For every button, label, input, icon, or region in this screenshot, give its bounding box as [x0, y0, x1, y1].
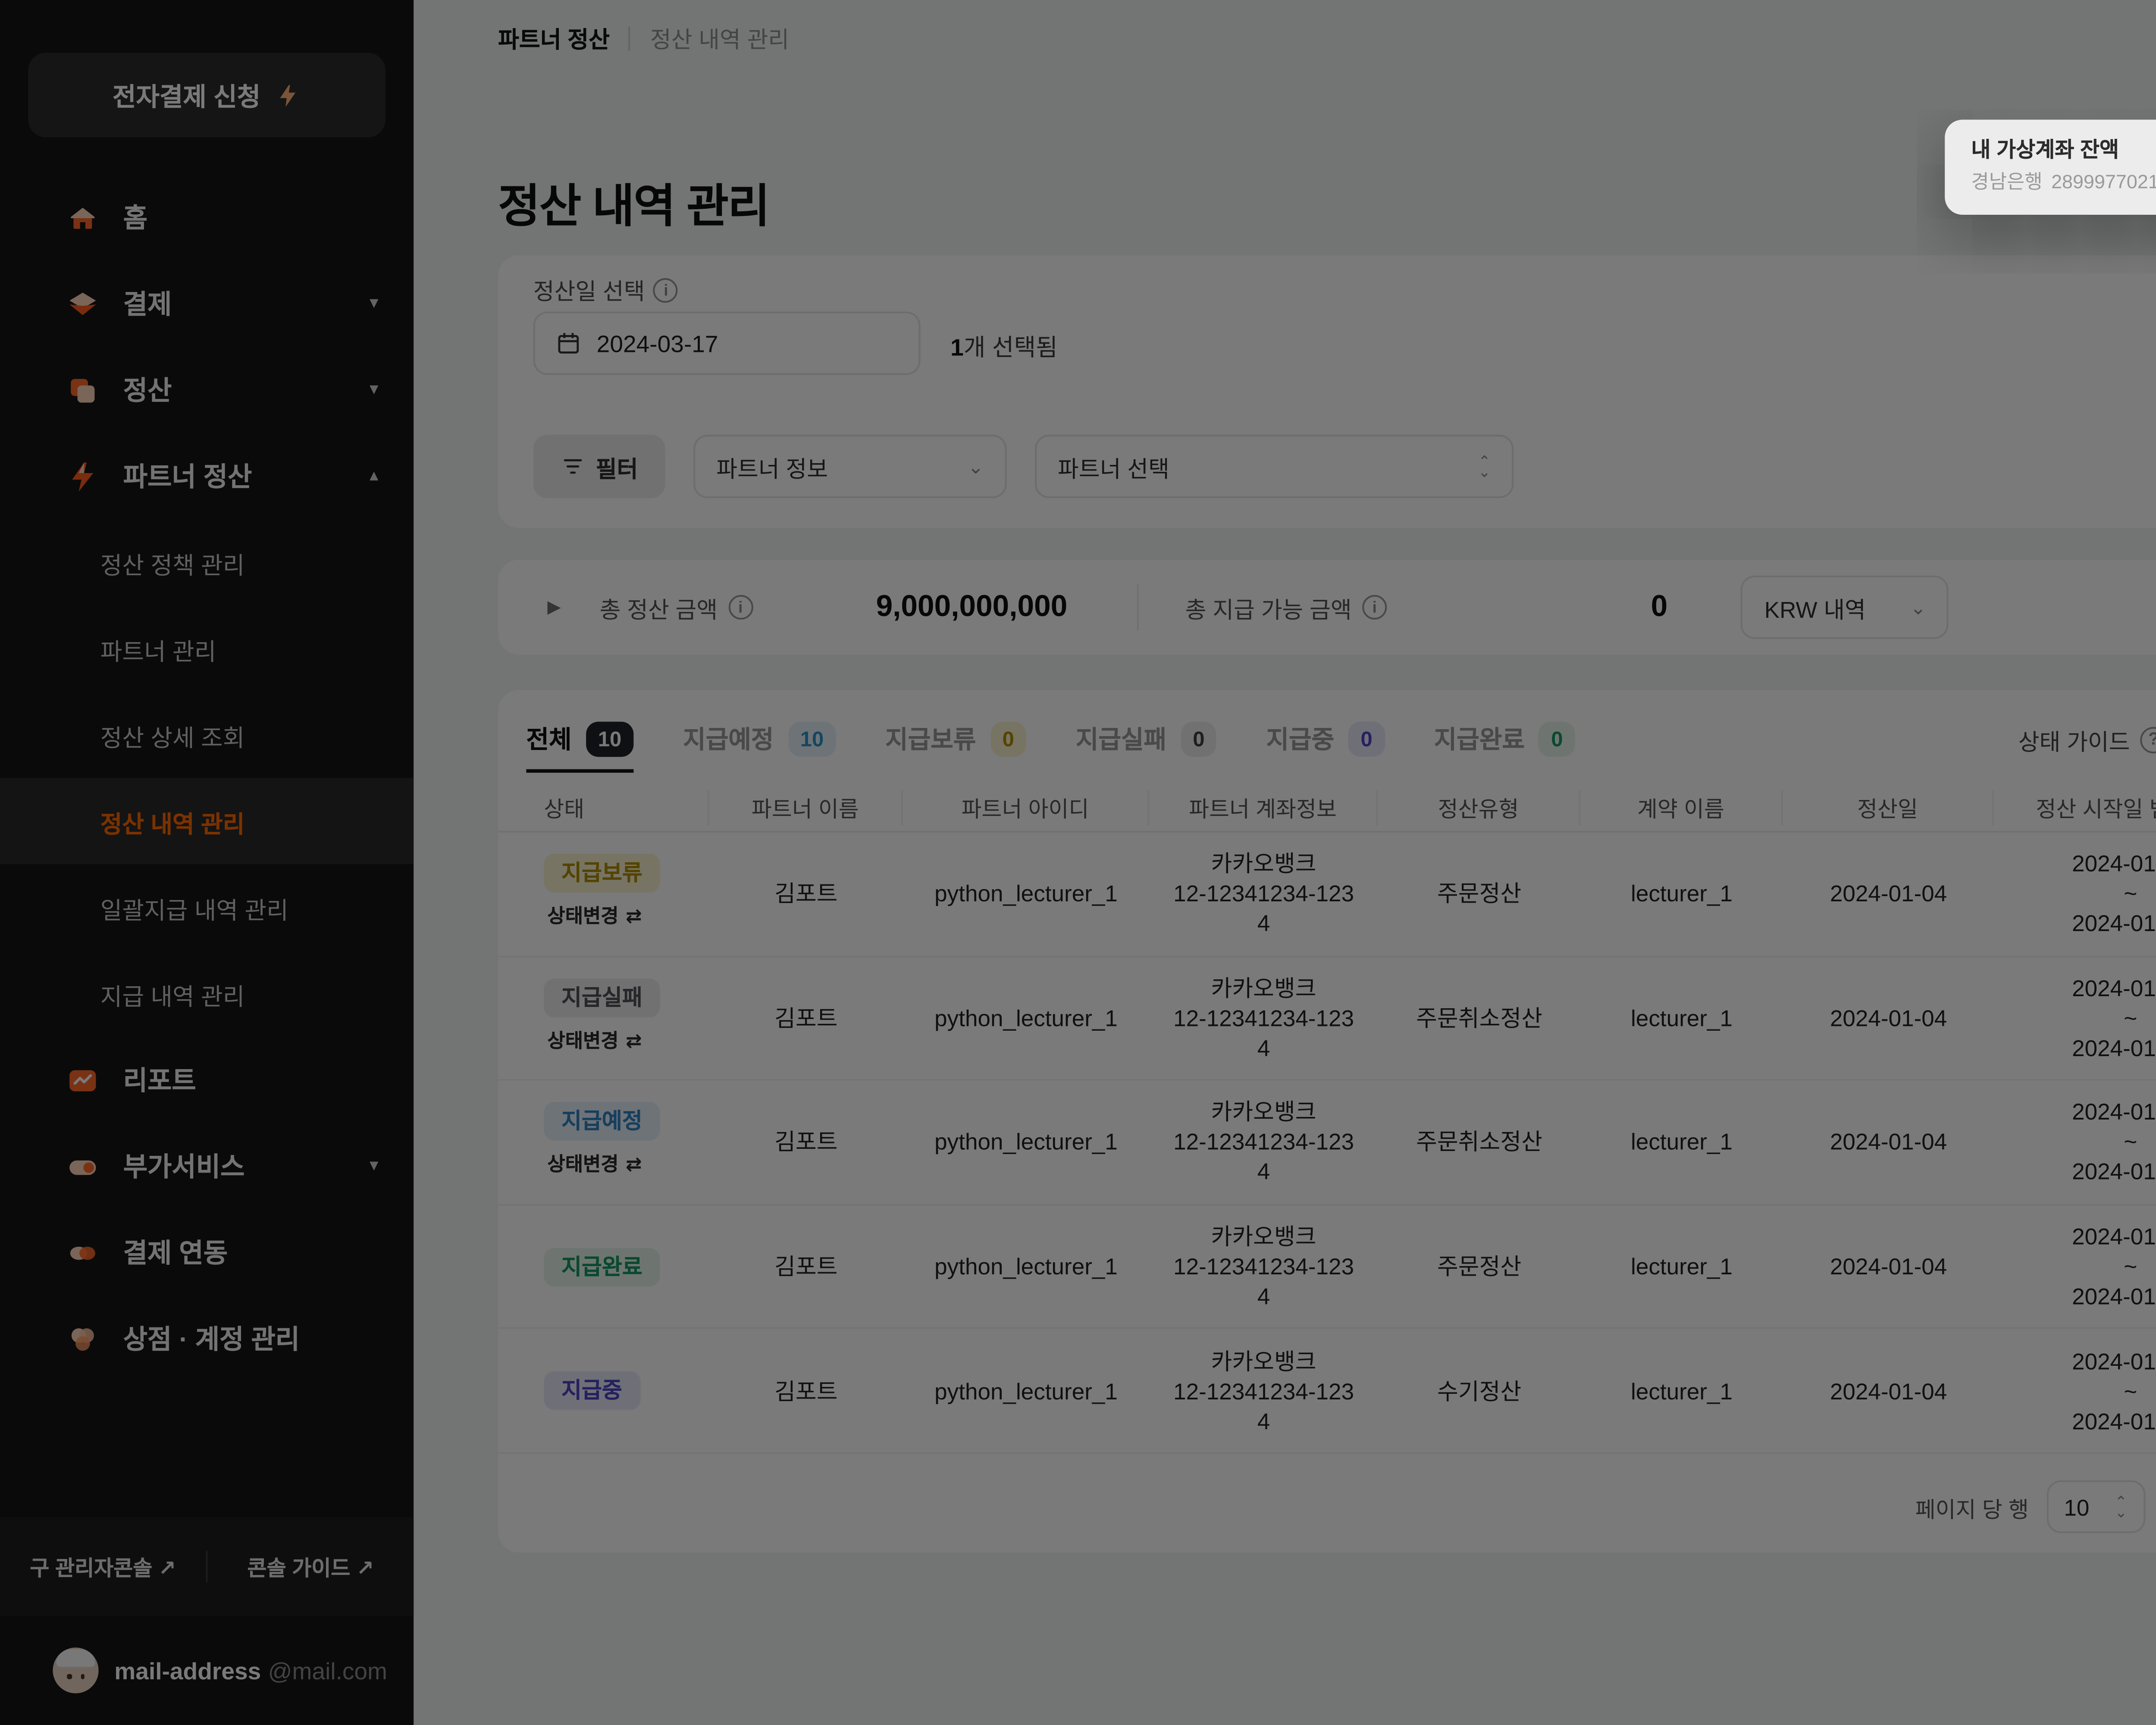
balance-title: 내 가상계좌 잔액 — [1971, 137, 2156, 163]
app: 전자결제 신청 홈 결제 ▾ 정산 ▾ — [0, 0, 2156, 1725]
account-number: 28999770218123 — [2051, 172, 2156, 194]
dim-overlay — [0, 0, 2156, 1725]
virtual-account-balance-card: 내 가상계좌 잔액 경남은행 28999770218123 ⧉ 10,000,0… — [1945, 120, 2156, 215]
bank-name: 경남은행 — [1971, 172, 2042, 194]
